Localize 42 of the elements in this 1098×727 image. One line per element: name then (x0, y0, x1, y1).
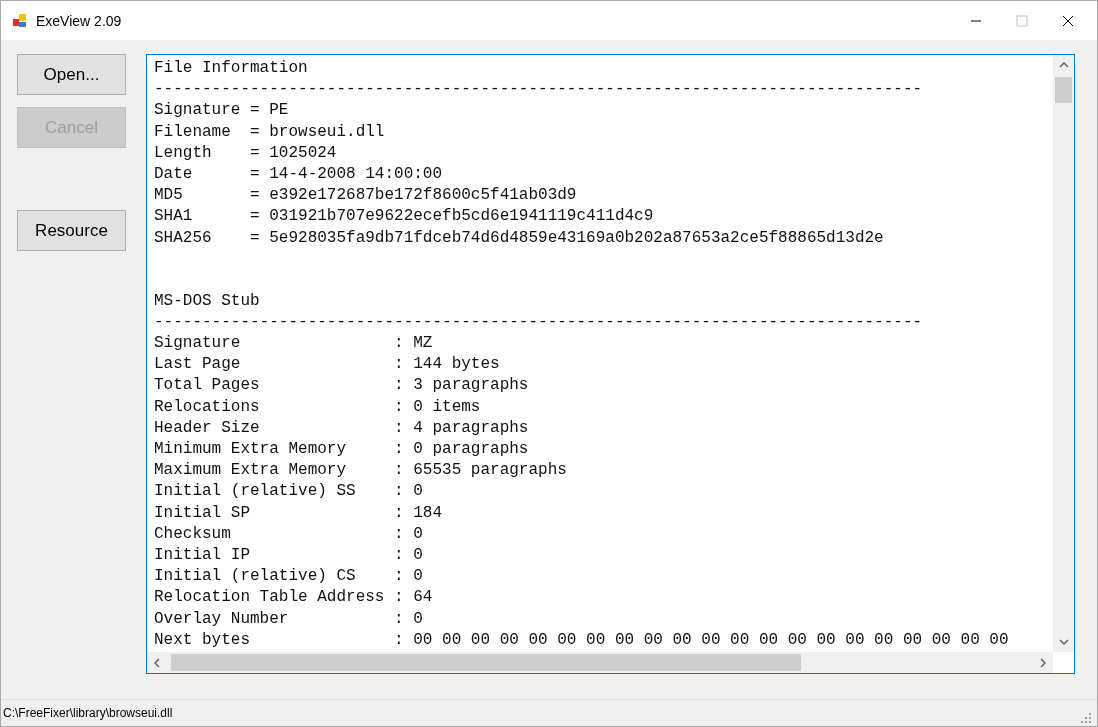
action-button[interactable]: Open... (17, 54, 126, 95)
dashed-rule: -------------------------------------------------------------------------------- (154, 79, 924, 101)
text-line: Initial SP : 184 (154, 502, 444, 524)
app-icon (12, 12, 28, 29)
status-text: C:\FreeFixer\library\browseui.dll (3, 706, 173, 720)
text-line: Minimum Extra Memory : 0 paragraphs (154, 439, 530, 460)
scroll-left-icon[interactable] (153, 657, 161, 668)
text-line: Initial (relative) CS : 0 (154, 566, 424, 588)
scroll-thumb[interactable] (171, 654, 801, 671)
text-line: SHA256 = 5e928035fa9db71fdceb74d6d4859e43169a0b202a87653a2ce5f88865d13d2e (154, 227, 885, 249)
text-line: Header Size : 4 paragraphs (154, 417, 530, 439)
resize-grip-icon[interactable] (1081, 713, 1091, 723)
section-title: MS-DOS Stub (154, 290, 261, 312)
text-line: Last Page : 144 bytes (154, 354, 501, 376)
scroll-thumb[interactable] (1055, 77, 1072, 103)
scroll-down-icon[interactable] (1058, 638, 1069, 646)
text-line: MD5 = e392e172687be172f8600c5f41ab03d9 (154, 185, 578, 207)
resource-button[interactable]: Resource (17, 210, 126, 251)
text-line: Relocations : 0 items (154, 396, 482, 418)
dashed-rule: -------------------------------------------------------------------------------- (154, 311, 924, 333)
text-line: Filename = browseui.dll (154, 121, 386, 143)
text-line: Total Pages : 3 paragraphs (154, 375, 530, 397)
text-line: Date = 14-4-2008 14:00:00 (154, 163, 444, 185)
text-line: Relocation Table Address : 64 (154, 587, 434, 609)
vertical-scrollbar[interactable] (1053, 55, 1074, 652)
text-line: Length = 1025024 (154, 142, 338, 164)
text-line: SHA1 = 031921b707e9622ecefb5cd6e1941119c411d4c9 (154, 206, 655, 228)
text-line: Signature = PE (154, 100, 290, 122)
scroll-up-icon[interactable] (1058, 61, 1069, 69)
text-line: Initial (relative) SS : 0 (154, 481, 424, 503)
close-icon[interactable] (1062, 14, 1074, 27)
text-line: Checksum : 0 (154, 523, 424, 545)
window-title: ExeView 2.09 (36, 12, 122, 29)
section-title: File Information (154, 58, 309, 79)
text-line: Overlay Number : 0 (154, 608, 424, 630)
horizontal-scrollbar[interactable] (147, 652, 1053, 673)
text-line: Initial IP : 0 (154, 544, 424, 566)
scroll-right-icon[interactable] (1039, 657, 1047, 668)
text-line: Next bytes : 00 00 00 00 00 00 00 00 00 00 00 00 00 00 00 00 00 00 00 00 00 (154, 629, 1010, 651)
text-line: Signature : MZ (154, 333, 434, 355)
text-line: Maximum Extra Memory : 65535 paragraphs (154, 460, 568, 482)
text-output-area[interactable] (146, 54, 1075, 674)
